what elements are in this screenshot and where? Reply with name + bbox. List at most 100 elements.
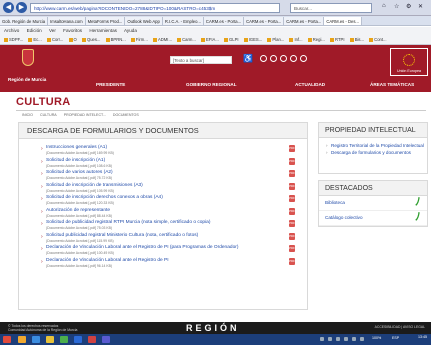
browser-tab[interactable]: MetaForms Prod... bbox=[85, 17, 126, 25]
favorite-link[interactable]: Ec... bbox=[28, 37, 42, 42]
nav-gobierno-regional[interactable]: GOBIERNO REGIONAL bbox=[186, 82, 237, 87]
favorite-link[interactable]: Firm... bbox=[130, 37, 148, 42]
region-logo[interactable]: Región de Murcia bbox=[8, 48, 48, 88]
browser-tab[interactable]: CARM.es - Porta... bbox=[284, 17, 325, 25]
pdf-icon[interactable]: PDF bbox=[289, 195, 295, 202]
document-link[interactable]: Solicitud de varios autores (A2) bbox=[46, 170, 113, 175]
favorite-link[interactable]: Inf... bbox=[289, 37, 303, 42]
start-icon[interactable] bbox=[3, 336, 11, 343]
volume-icon[interactable] bbox=[360, 337, 364, 341]
favorite-link[interactable]: O bbox=[68, 37, 77, 42]
taskbar-app-icon[interactable] bbox=[32, 336, 40, 343]
browser-tab[interactable]: Outlook Web App bbox=[125, 17, 163, 25]
taskbar-app-icon[interactable] bbox=[46, 336, 54, 343]
menu-archivo[interactable]: Archivo bbox=[4, 28, 19, 33]
breadcrumb-item[interactable]: PROPIEDAD INTELECT... bbox=[64, 113, 106, 117]
browser-tab[interactable]: ImsaltoHana.com bbox=[48, 17, 86, 25]
browser-tab[interactable]: CARM.es - Porta... bbox=[203, 17, 245, 25]
pdf-icon[interactable]: PDF bbox=[289, 232, 295, 240]
taskbar-app-icon[interactable] bbox=[102, 336, 110, 343]
social-icon-3[interactable] bbox=[280, 55, 287, 62]
taskbar-app-icon[interactable] bbox=[88, 336, 96, 343]
document-link[interactable]: Solicitud publicidad registral Ministeri… bbox=[46, 233, 198, 238]
document-link[interactable]: Declaración de Vinculación Laboral ante … bbox=[46, 258, 169, 263]
favorite-link[interactable]: Plan... bbox=[267, 37, 284, 42]
favorite-link[interactable]: Regi... bbox=[307, 37, 325, 42]
favorite-link[interactable]: BPRN... bbox=[105, 37, 126, 42]
tray-icon[interactable] bbox=[352, 337, 356, 341]
favorite-link[interactable]: RTPI bbox=[330, 37, 345, 42]
pdf-icon[interactable]: PDF bbox=[289, 220, 295, 227]
nav-areas-tematicas[interactable]: ÁREAS TEMÁTICAS bbox=[370, 82, 414, 87]
destacado-link[interactable]: Biblioteca bbox=[325, 200, 345, 205]
pdf-icon[interactable]: PDF bbox=[289, 207, 295, 215]
document-link[interactable]: Solicitud de inscripción derechos conexo… bbox=[46, 195, 163, 200]
pdf-icon[interactable]: PDF bbox=[289, 157, 295, 165]
social-icon-1[interactable] bbox=[260, 55, 267, 62]
favorite-link[interactable]: GLPI bbox=[224, 37, 239, 42]
browser-tab[interactable]: CARM.es - Porta... bbox=[244, 17, 285, 25]
destacado-item[interactable]: Biblioteca ﾉ bbox=[319, 196, 427, 211]
taskbar-app-icon[interactable] bbox=[74, 336, 82, 343]
favorite-link[interactable]: Ques... bbox=[81, 37, 100, 42]
pdf-icon[interactable]: PDF bbox=[289, 182, 295, 190]
tray-icon[interactable] bbox=[344, 337, 348, 341]
menu-ayuda[interactable]: Ayuda bbox=[124, 28, 137, 33]
breadcrumb-item[interactable]: CULTURA bbox=[40, 113, 57, 117]
browser-tab[interactable]: R.I.C.A. - Empleo... bbox=[162, 17, 204, 25]
favorite-link[interactable]: Corr... bbox=[46, 37, 63, 42]
favorite-link[interactable]: EFIA... bbox=[201, 37, 219, 42]
nav-presidente[interactable]: PRESIDENTE bbox=[96, 82, 125, 87]
social-icon-5[interactable] bbox=[300, 55, 307, 62]
clock[interactable]: 13:45 bbox=[418, 335, 427, 340]
search-icon[interactable]: ⌕ bbox=[222, 56, 226, 64]
back-arrow-icon[interactable]: ◀ bbox=[3, 2, 14, 13]
document-link[interactable]: Declaración de Vinculación Laboral ante … bbox=[46, 245, 238, 250]
star-icon[interactable]: ☆ bbox=[394, 3, 399, 10]
pdf-icon[interactable]: PDF bbox=[289, 145, 295, 152]
destacado-link[interactable]: Catálogo colectivo bbox=[325, 215, 363, 220]
pdf-icon[interactable]: PDF bbox=[289, 245, 295, 252]
pdf-icon[interactable]: PDF bbox=[289, 170, 295, 177]
tray-icon[interactable] bbox=[336, 337, 340, 341]
document-link[interactable]: Instrucciones generales (A1) bbox=[46, 145, 107, 150]
gear-icon[interactable]: ⚙ bbox=[406, 3, 411, 10]
tray-icon[interactable] bbox=[320, 337, 324, 341]
language-indicator[interactable]: ESP bbox=[392, 336, 399, 340]
menu-ver[interactable]: Ver bbox=[49, 28, 56, 33]
forward-arrow-icon[interactable]: ▶ bbox=[16, 2, 27, 13]
pi-link-registro[interactable]: › Registro Territorial de la Propiedad I… bbox=[319, 143, 427, 148]
social-icon-2[interactable] bbox=[270, 55, 277, 62]
favorite-link[interactable]: ADMI... bbox=[152, 37, 172, 42]
home-icon[interactable]: ⌂ bbox=[382, 3, 386, 9]
document-link[interactable]: Solicitud de publicidad registral RTPI M… bbox=[46, 220, 210, 225]
favorite-link[interactable]: SDPF... bbox=[4, 37, 23, 42]
taskbar-app-icon[interactable] bbox=[60, 336, 68, 343]
nav-actualidad[interactable]: ACTUALIDAD bbox=[295, 82, 325, 87]
browser-tab[interactable]: Gob. Región de Murcia bbox=[0, 17, 49, 25]
browser-tab-active[interactable]: CARM.es - Des... bbox=[324, 17, 362, 25]
close-icon[interactable]: ✕ bbox=[418, 3, 423, 10]
browser-search-input[interactable]: Buscar... bbox=[290, 3, 372, 13]
pdf-icon[interactable]: PDF bbox=[289, 257, 295, 265]
favorite-link[interactable]: Bis... bbox=[349, 37, 364, 42]
accessibility-icon[interactable]: ♿ bbox=[243, 54, 253, 63]
menu-favoritos[interactable]: Favoritos bbox=[63, 28, 82, 33]
footer-links[interactable]: ACCESIBILIDAD | AVISO LEGAL bbox=[375, 325, 425, 329]
tray-icon[interactable] bbox=[328, 337, 332, 341]
pi-link-descarga[interactable]: › Descarga de formularios y documentos bbox=[319, 150, 427, 155]
menu-herramientas[interactable]: Herramientas bbox=[89, 28, 117, 33]
menu-edicion[interactable]: Edición bbox=[27, 28, 42, 33]
document-link[interactable]: Autorización de representante bbox=[46, 208, 110, 213]
destacado-item[interactable]: Catálogo colectivo ﾉ bbox=[319, 211, 427, 226]
taskbar-app-icon[interactable] bbox=[18, 336, 26, 343]
favorite-link[interactable]: Carm... bbox=[177, 37, 196, 42]
address-bar[interactable]: http://www.carm.es/web/pagina?IDCONTENID… bbox=[30, 3, 280, 13]
favorite-link[interactable]: Cont... bbox=[369, 37, 387, 42]
document-link[interactable]: Solicitud de inscripción de transmisione… bbox=[46, 183, 143, 188]
social-icon-4[interactable] bbox=[290, 55, 297, 62]
zoom-level[interactable]: 100% bbox=[372, 336, 381, 340]
document-link[interactable]: Solicitud de inscripción (A1) bbox=[46, 158, 105, 163]
favorite-link[interactable]: IGES... bbox=[243, 37, 262, 42]
breadcrumb-item[interactable]: INICIO bbox=[22, 113, 33, 117]
